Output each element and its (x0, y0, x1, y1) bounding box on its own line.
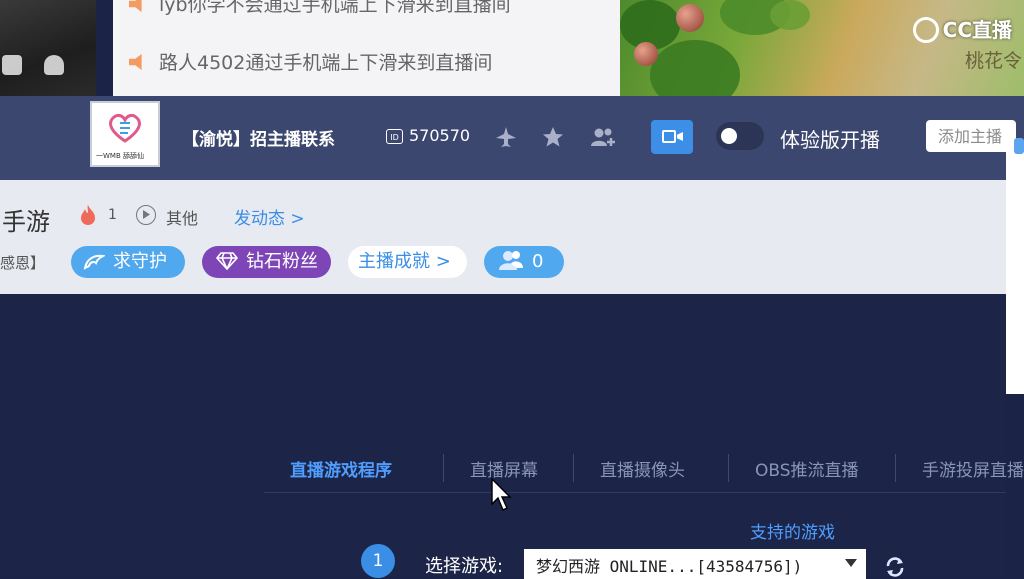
popularity-count: 1 (108, 207, 117, 223)
fans-group-icon (499, 251, 523, 270)
announcement-fragment: 感恩】 (0, 254, 46, 272)
tab-game-program[interactable]: 直播游戏程序 (290, 456, 392, 481)
tab-divider (443, 454, 444, 482)
foliage (650, 40, 740, 96)
fruit (676, 4, 704, 32)
post-update-link[interactable]: 发动态 > (234, 204, 305, 229)
chat-feed: lyb你学不会通过手机端上下滑来到直播间 路人4502通过手机端上下滑来到直播间 (113, 0, 620, 96)
add-anchor-input[interactable] (926, 120, 1016, 152)
anchor-avatar[interactable]: 一WMB 舔舔仙 (90, 101, 160, 167)
video-camera-icon (662, 130, 676, 143)
room-header: 一WMB 舔舔仙 【渝悦】招主播联系 ID 570570 体验版开播 (0, 96, 1024, 180)
toggle-knob (721, 128, 737, 144)
refresh-icon[interactable] (884, 556, 906, 578)
supported-games-link[interactable]: 支持的游戏 (750, 518, 835, 543)
cc-logo-icon (912, 17, 939, 43)
top-strip: lyb你学不会通过手机端上下滑来到直播间 路人4502通过手机端上下滑来到直播间… (0, 0, 1024, 96)
room-title: 【渝悦】招主播联系 (182, 130, 335, 150)
chat-message: lyb你学不会通过手机端上下滑来到直播间 (129, 0, 511, 17)
webcam-thumbnail (0, 0, 96, 96)
category-label[interactable]: 其他 (166, 205, 198, 229)
tab-mobile-cast[interactable]: 手游投屏直播 (922, 456, 1024, 481)
wing-icon (83, 254, 105, 270)
select-game-label: 选择游戏: (425, 556, 504, 577)
tab-camera[interactable]: 直播摄像头 (600, 456, 685, 481)
tab-obs-stream[interactable]: OBS推流直播 (755, 456, 859, 481)
speaker-icon (129, 0, 142, 12)
camera-live-button[interactable] (651, 120, 693, 154)
step-number-badge: 1 (361, 544, 395, 578)
alarm-icon (44, 55, 64, 75)
diamond-fans-button[interactable]: 钻石粉丝 (202, 246, 331, 278)
star-icon[interactable] (542, 126, 564, 148)
fruit (634, 42, 658, 66)
id-badge: ID (386, 129, 403, 144)
diamond-icon (216, 252, 238, 270)
room-id: ID 570570 (386, 126, 470, 145)
trial-live-label: 体验版开播 (780, 128, 880, 152)
fire-icon (81, 205, 95, 225)
foliage (770, 0, 810, 30)
live-setup-panel: 直播游戏程序 直播屏幕 直播摄像头 OBS推流直播 手游投屏直播 支持的游戏 1… (0, 294, 1024, 579)
room-info-panel: 手游 1 其他 发动态 > 感恩】 求守护 钻石粉丝 主播成就 > 0 (0, 180, 1006, 294)
video-camera-lens-icon (677, 132, 683, 141)
cc-live-logo: CC直播 (912, 14, 1012, 43)
speaker-icon (129, 54, 142, 70)
side-panel-handle[interactable] (1014, 138, 1024, 154)
tab-divider (728, 454, 729, 482)
airplane-icon[interactable] (495, 126, 517, 148)
trial-live-toggle[interactable] (716, 122, 764, 150)
heart-logo-icon (109, 113, 141, 143)
video-subtitle: 桃花令 (964, 50, 1022, 72)
guard-button[interactable]: 求守护 (71, 246, 185, 278)
live-video-preview: CC直播 桃花令 (620, 0, 1024, 96)
camera-icon (2, 55, 22, 75)
anchor-achievement-button[interactable]: 主播成就 > (348, 246, 467, 278)
mouse-cursor-icon (491, 478, 512, 511)
avatar-caption: 一WMB 舔舔仙 (96, 152, 144, 160)
fans-count-badge[interactable]: 0 (484, 246, 564, 278)
play-circle-icon (136, 205, 156, 225)
game-select-dropdown[interactable]: 梦幻西游 ONLINE...[43584756]) (524, 549, 866, 579)
chat-message: 路人4502通过手机端上下滑来到直播间 (129, 48, 492, 75)
tab-divider (573, 454, 574, 482)
tab-divider (895, 454, 896, 482)
game-category-title: 手游 (2, 208, 50, 236)
tab-underline (264, 492, 1006, 493)
side-panel-edge (1006, 138, 1024, 394)
group-add-icon[interactable] (590, 126, 618, 148)
